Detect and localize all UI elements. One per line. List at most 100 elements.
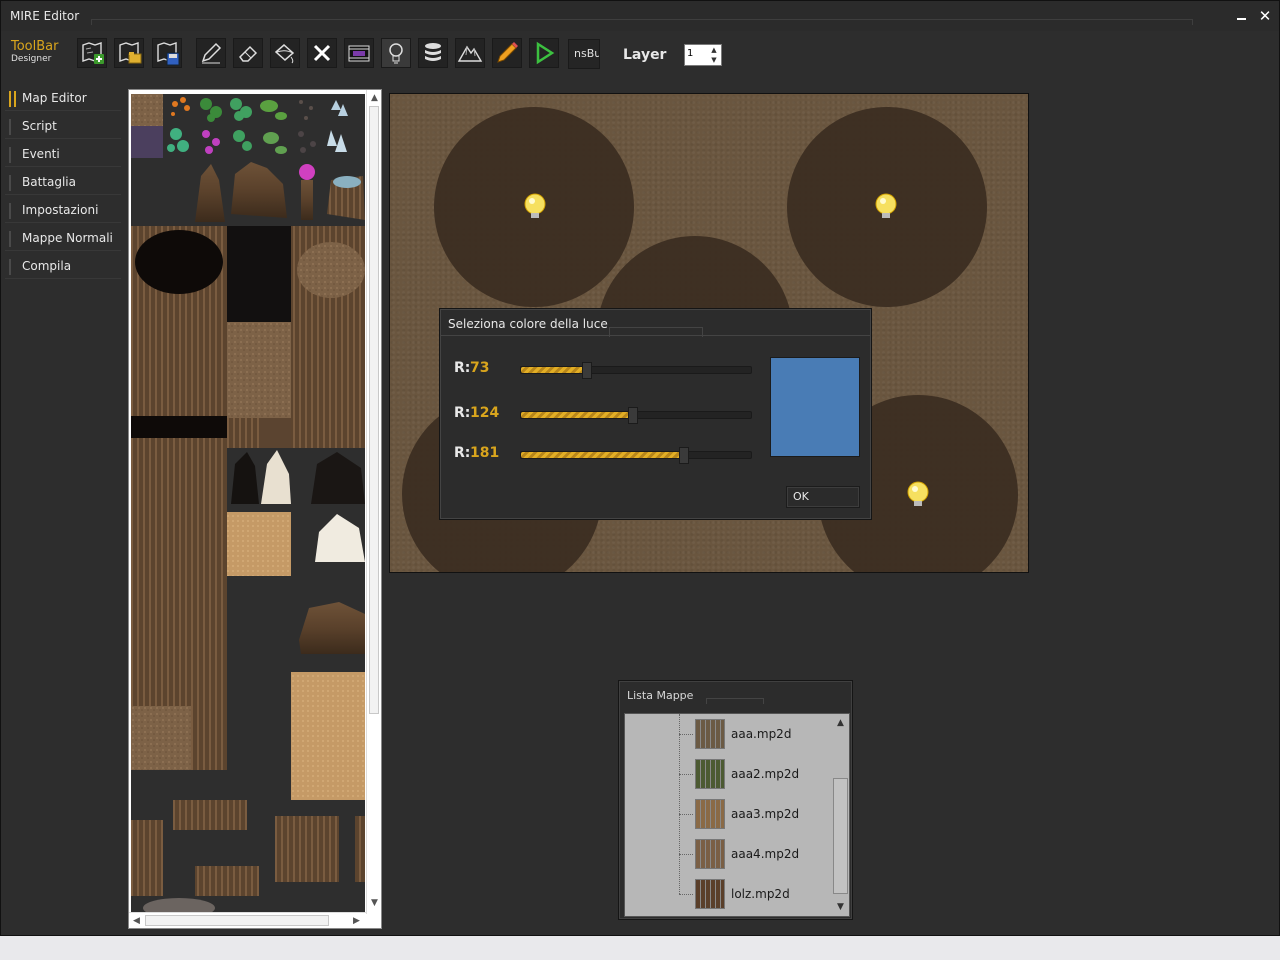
green-slider-row: R: 124 xyxy=(454,405,754,425)
slider-thumb[interactable] xyxy=(679,447,690,464)
sidebar-item-label: Compila xyxy=(22,259,72,273)
channel-label: R: xyxy=(454,405,471,421)
new-map-button[interactable] xyxy=(77,38,107,68)
play-button[interactable] xyxy=(529,38,559,68)
map-name: aaa4.mp2d xyxy=(731,847,800,861)
tree-connector xyxy=(679,774,693,775)
spin-up-icon[interactable]: ▲ xyxy=(709,46,719,55)
play-icon xyxy=(536,41,555,65)
pencil-button[interactable] xyxy=(196,38,226,68)
save-map-button[interactable] xyxy=(152,38,182,68)
sidebar-item-impostazioni[interactable]: Impostazioni xyxy=(5,197,121,223)
list-item[interactable]: aaa.mp2d xyxy=(679,718,829,750)
scroll-up-icon[interactable]: ▲ xyxy=(832,716,849,730)
map-list-panel: Lista Mappe aaa.mp2d aaa2.mp2d aaa3.mp2d xyxy=(618,680,853,920)
slider-fill xyxy=(521,452,685,458)
map-thumbnail xyxy=(695,759,725,789)
tileset-panel: ▲ ▼ ◀ ▶ xyxy=(128,89,382,929)
map-list-title: Lista Mappe xyxy=(627,689,694,702)
map-thumbnail xyxy=(695,799,725,829)
map-thumbnail xyxy=(695,719,725,749)
channel-slider[interactable] xyxy=(520,447,752,464)
minimize-icon xyxy=(1237,18,1246,20)
sidebar-item-eventi[interactable]: Eventi xyxy=(5,141,121,167)
sidebar-item-battaglia[interactable]: Battaglia xyxy=(5,169,121,195)
ok-button[interactable]: OK xyxy=(786,486,860,508)
scroll-down-icon[interactable]: ▼ xyxy=(832,900,849,914)
spin-down-icon[interactable]: ▼ xyxy=(709,56,719,65)
bottom-strip xyxy=(0,936,1280,960)
list-item[interactable]: aaa4.mp2d xyxy=(679,838,829,870)
item-marker xyxy=(9,259,11,275)
active-marker xyxy=(9,91,11,107)
eraser-button[interactable] xyxy=(233,38,263,68)
tileset-horizontal-thumb[interactable] xyxy=(145,915,329,926)
toolbar: ToolBar Designer nsBu Layer 1 ▲ ▼ xyxy=(1,33,1279,77)
window-title: MIRE Editor xyxy=(10,9,80,23)
tileset-canvas[interactable] xyxy=(131,94,365,912)
channel-value: 124 xyxy=(470,405,500,421)
red-slider-row: R: 73 xyxy=(454,360,754,380)
tree-connector xyxy=(679,894,693,895)
sidebar-item-label: Mappe Normali xyxy=(22,231,113,245)
database-button[interactable] xyxy=(418,38,448,68)
sidebar: Map Editor Script Eventi Battaglia Impos… xyxy=(5,85,121,933)
scroll-down-icon[interactable]: ▼ xyxy=(367,896,382,910)
sidebar-item-mappe-normali[interactable]: Mappe Normali xyxy=(5,225,121,251)
light-button[interactable] xyxy=(381,38,411,68)
toolbar-brand: ToolBar Designer xyxy=(11,40,58,65)
close-button[interactable]: ✕ xyxy=(1256,7,1274,25)
fill-bucket-icon xyxy=(274,44,295,64)
channel-slider[interactable] xyxy=(520,362,752,379)
tileset-image[interactable] xyxy=(131,94,365,912)
map-name: aaa3.mp2d xyxy=(731,807,800,821)
new-map-icon xyxy=(82,42,104,64)
scroll-up-icon[interactable]: ▲ xyxy=(367,91,382,105)
open-map-icon xyxy=(119,42,142,64)
light-bulb-icon[interactable] xyxy=(522,192,548,222)
slider-thumb[interactable] xyxy=(627,407,638,424)
list-item[interactable]: aaa2.mp2d xyxy=(679,758,829,790)
light-bulb-icon[interactable] xyxy=(873,192,899,222)
fill-button[interactable] xyxy=(270,38,300,68)
map-list-tree: aaa.mp2d aaa2.mp2d aaa3.mp2d aaa4.mp2d l xyxy=(624,713,850,917)
channel-label: R: xyxy=(454,360,471,376)
item-marker xyxy=(9,231,11,247)
map-list-scrollbar[interactable]: ▲ ▼ xyxy=(832,714,849,916)
channel-slider[interactable] xyxy=(520,407,752,424)
layer-spinner[interactable]: 1 ▲ ▼ xyxy=(684,44,722,66)
light-bulb-icon[interactable] xyxy=(905,480,931,510)
sidebar-item-label: Impostazioni xyxy=(22,203,99,217)
map-list-scroll-thumb[interactable] xyxy=(833,778,848,894)
delete-icon xyxy=(313,44,331,62)
list-item[interactable]: lolz.mp2d xyxy=(679,878,829,910)
mountain-button[interactable] xyxy=(455,38,485,68)
list-item[interactable]: aaa3.mp2d xyxy=(679,798,829,830)
eraser-icon xyxy=(239,45,258,62)
sidebar-item-compila[interactable]: Compila xyxy=(5,253,121,279)
tileset-horizontal-scrollbar[interactable]: ◀ ▶ xyxy=(129,912,366,928)
nsbu-button[interactable]: nsBu xyxy=(568,39,600,69)
sidebar-item-script[interactable]: Script xyxy=(5,113,121,139)
draw-icon xyxy=(497,42,518,63)
item-marker xyxy=(9,119,11,135)
toolbar-brand-title: ToolBar xyxy=(11,39,59,54)
tileset-vertical-thumb[interactable] xyxy=(369,106,379,714)
scroll-right-icon[interactable]: ▶ xyxy=(349,914,364,928)
title-bar-divider xyxy=(91,19,1193,25)
sidebar-item-map-editor[interactable]: Map Editor xyxy=(5,85,121,111)
sidebar-item-label: Eventi xyxy=(22,147,60,161)
item-marker xyxy=(9,203,11,219)
channel-label: R: xyxy=(454,445,471,461)
save-map-icon xyxy=(157,42,180,66)
film-button[interactable] xyxy=(344,38,374,68)
open-map-button[interactable] xyxy=(114,38,144,68)
scroll-left-icon[interactable]: ◀ xyxy=(129,914,144,928)
slider-thumb[interactable] xyxy=(581,362,592,379)
light-color-dialog: Seleziona colore della luce R: 73 R: 124… xyxy=(439,308,872,520)
draw-button[interactable] xyxy=(492,38,522,68)
delete-button[interactable] xyxy=(307,38,337,68)
tileset-vertical-scrollbar[interactable]: ▲ ▼ xyxy=(366,90,381,914)
minimize-button[interactable] xyxy=(1233,7,1251,25)
sidebar-item-label: Battaglia xyxy=(22,175,76,189)
